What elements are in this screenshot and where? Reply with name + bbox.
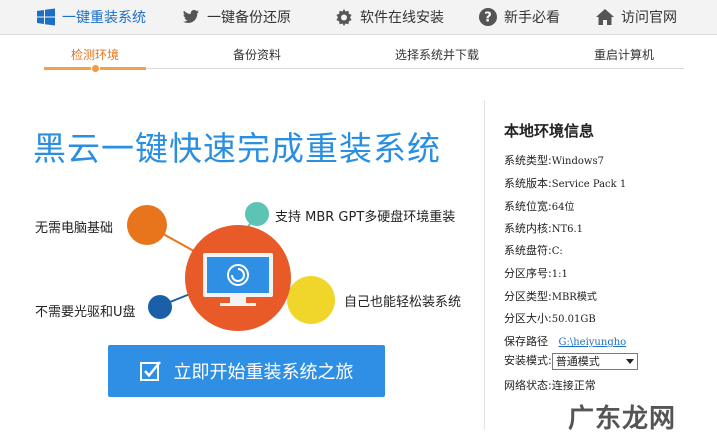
yellow-circle [287, 276, 335, 324]
info-value: 1:1 [551, 269, 568, 280]
info-os-version: 系统版本:Service Pack 1 [504, 175, 626, 191]
info-kernel: 系统内核:NT6.1 [504, 220, 583, 236]
info-drive: 系统盘符:C: [504, 242, 563, 258]
info-label: 系统版本: [504, 177, 552, 190]
info-install-mode: 安装模式: 普通模式 [504, 352, 638, 370]
step-backup: 备份资料 [233, 48, 282, 62]
gear-icon [334, 7, 354, 27]
info-label: 网络状态: [504, 379, 552, 392]
toolbar-label-software: 软件在线安装 [360, 10, 444, 26]
toolbar-label-reinstall: 一键重装系统 [62, 10, 146, 26]
monitor-base [220, 303, 256, 306]
info-value: Windows7 [551, 156, 604, 167]
watermark-logo: 广东龙网 [568, 404, 677, 434]
start-reinstall-button[interactable]: 立即开始重装系统之旅 [108, 345, 385, 397]
toolbar-item-reinstall[interactable]: 一键重装系统 [36, 0, 146, 34]
info-value: NT6.1 [551, 224, 584, 235]
save-path-link[interactable]: G:\heiyungho [559, 337, 627, 348]
teal-circle [245, 202, 269, 226]
feature-self-install: 自己也能轻松装系统 [344, 295, 462, 310]
info-label: 分区类型: [504, 290, 552, 303]
toolbar-label-website: 访问官网 [621, 10, 677, 26]
feature-mbr-gpt: 支持 MBR GPT多硬盘环境重装 [275, 210, 456, 225]
info-value: Service Pack 1 [551, 179, 627, 190]
top-toolbar: 一键重装系统 一键备份还原 软件在线安装 ? 新手必看 访问官网 [0, 0, 717, 35]
step-detect-env: 检测环境 [71, 48, 120, 62]
start-button-label: 立即开始重装系统之旅 [173, 362, 354, 383]
main-headline: 黑云一键快速完成重装系统 [33, 129, 441, 168]
info-panel-title: 本地环境信息 [504, 122, 595, 140]
info-value: C: [551, 246, 563, 257]
info-partition-type: 分区类型:MBR模式 [504, 288, 597, 304]
step-restart: 重启计算机 [594, 48, 655, 62]
info-label: 保存路径 [504, 335, 548, 348]
windows-logo-icon [36, 7, 56, 27]
monitor-screen [207, 257, 269, 293]
info-label: 分区大小: [504, 312, 552, 325]
feature-no-drive: 不需要光驱和U盘 [35, 305, 136, 320]
toolbar-item-backup[interactable]: 一键备份还原 [181, 0, 291, 34]
toolbar-item-website[interactable]: 访问官网 [595, 0, 677, 34]
info-value: MBR模式 [551, 292, 597, 303]
info-label: 分区序号: [504, 267, 552, 280]
info-label: 安装模式: [504, 354, 552, 367]
help-icon: ? [478, 7, 498, 27]
toolbar-label-backup: 一键备份还原 [207, 10, 291, 26]
info-label: 系统位宽: [504, 200, 552, 213]
info-label: 系统内核: [504, 222, 552, 235]
svg-text:?: ? [484, 11, 492, 26]
step-current-marker [91, 64, 100, 73]
install-mode-value: 普通模式 [555, 354, 600, 368]
checkbox-icon [139, 361, 161, 381]
monitor-stand [230, 297, 246, 303]
toolbar-label-guide: 新手必看 [504, 10, 560, 26]
orange-circle [127, 205, 167, 245]
info-label: 系统类型: [504, 154, 552, 167]
toolbar-item-software[interactable]: 软件在线安装 [334, 0, 444, 34]
twitter-bird-icon [181, 7, 201, 27]
home-icon [595, 7, 615, 27]
step-select-download: 选择系统并下载 [395, 48, 480, 62]
panel-divider [484, 100, 485, 430]
feature-diagram: 无需电脑基础 不需要光驱和U盘 支持 MBR GPT多硬盘环境重装 自己也能轻松… [30, 190, 490, 350]
feature-no-skill: 无需电脑基础 [35, 221, 114, 236]
info-os-bits: 系统位宽:64位 [504, 198, 574, 214]
info-network: 网络状态:连接正常 [504, 377, 596, 393]
info-partition-size: 分区大小:50.01GB [504, 310, 596, 326]
info-save-path: 保存路径 G:\heiyungho [504, 333, 626, 349]
info-value: 50.01GB [551, 314, 596, 325]
info-label: 系统盘符: [504, 244, 552, 257]
chevron-down-icon [625, 358, 634, 364]
info-value: 连接正常 [551, 379, 596, 392]
navy-circle [148, 295, 172, 319]
info-os-type: 系统类型:Windows7 [504, 152, 604, 168]
info-partition-no: 分区序号:1:1 [504, 265, 568, 281]
toolbar-item-guide[interactable]: ? 新手必看 [478, 0, 560, 34]
install-mode-select[interactable]: 普通模式 [551, 352, 638, 370]
info-value: 64位 [551, 202, 575, 213]
